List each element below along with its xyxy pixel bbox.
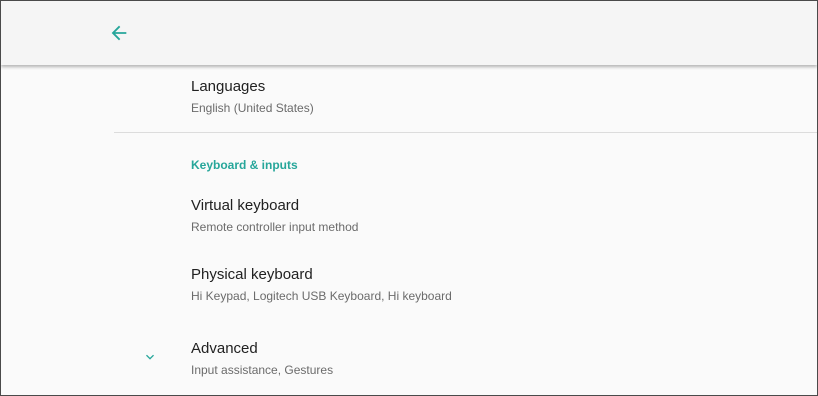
arrow-back-icon (111, 25, 127, 41)
virtual-keyboard-summary: Remote controller input method (191, 220, 359, 234)
advanced-expand-toggle[interactable] (139, 346, 161, 368)
languages-summary: English (United States) (191, 101, 314, 115)
advanced-summary: Input assistance, Gestures (191, 363, 334, 377)
chevron-down-icon (146, 354, 154, 360)
advanced-title: Advanced (191, 340, 258, 357)
virtual-keyboard-title: Virtual keyboard (191, 197, 300, 214)
settings-list: Languages English (United States) Keyboa… (1, 65, 817, 395)
languages-preference[interactable]: Languages English (United States) (191, 77, 314, 116)
app-bar (1, 1, 817, 65)
keyboard-inputs-category: Keyboard & inputs (191, 158, 298, 172)
advanced-preference[interactable]: Advanced Input assistance, Gestures (191, 339, 333, 378)
settings-window: Languages English (United States) Keyboa… (0, 0, 818, 396)
physical-keyboard-title: Physical keyboard (191, 266, 313, 283)
physical-keyboard-preference[interactable]: Physical keyboard Hi Keypad, Logitech US… (191, 265, 452, 304)
back-button[interactable] (101, 15, 137, 51)
virtual-keyboard-preference[interactable]: Virtual keyboard Remote controller input… (191, 196, 358, 235)
languages-title: Languages (191, 78, 266, 95)
physical-keyboard-summary: Hi Keypad, Logitech USB Keyboard, Hi key… (191, 289, 452, 303)
section-divider (114, 132, 817, 133)
